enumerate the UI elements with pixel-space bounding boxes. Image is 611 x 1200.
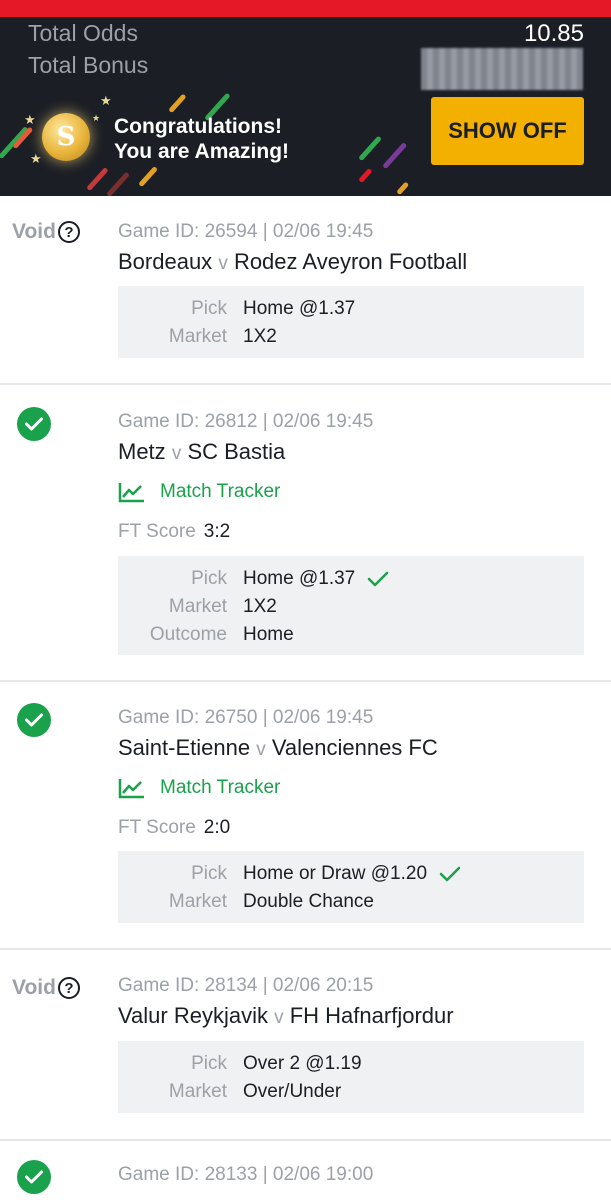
home-team: Metz: [118, 439, 166, 464]
pick-label: Pick: [191, 863, 227, 884]
chart-line-icon: [118, 779, 144, 799]
ft-score-value: 3:2: [203, 521, 231, 542]
won-check-icon: [17, 1160, 51, 1194]
congratulations-message: Congratulations! You are Amazing!: [114, 114, 289, 164]
match-tracker-label: Match Tracker: [160, 481, 281, 502]
bet-item: Game ID: 28133 | 02/06 19:00: [0, 1141, 611, 1200]
pick-value: Home or Draw @1.20: [243, 863, 428, 884]
market-value: Over/Under: [243, 1081, 342, 1102]
won-check-icon: [17, 407, 51, 441]
away-team: Rodez Aveyron Football: [233, 249, 468, 274]
market-value: 1X2: [243, 596, 277, 617]
chart-line-icon: [118, 483, 144, 503]
confetti-streak: [396, 181, 410, 196]
match-teams: Bordeaux v Rodez Aveyron Football: [118, 249, 467, 275]
ft-score: FT Score 2:0: [118, 817, 230, 839]
confetti-streak: [382, 142, 408, 170]
market-label: Market: [168, 596, 227, 617]
versus-label: v: [218, 253, 228, 274]
bet-details-box: Pick Home @1.37 Market 1X2: [118, 286, 584, 358]
outcome-value: Home: [243, 624, 294, 645]
home-team: Valur Reykjavik: [118, 1003, 268, 1028]
home-team: Bordeaux: [118, 249, 213, 274]
confetti-streak: [138, 165, 158, 188]
bet-details-box: Pick Home or Draw @1.20 Market Double Chan…: [118, 851, 584, 923]
confetti-streak: [358, 167, 373, 184]
void-label: Void: [12, 976, 56, 999]
game-id-date: Game ID: 28133 | 02/06 19:00: [118, 1164, 374, 1185]
home-team: Saint-Etienne: [118, 735, 251, 760]
void-label: Void: [12, 220, 56, 243]
market-label: Market: [168, 1081, 227, 1102]
help-icon[interactable]: ?: [57, 977, 80, 999]
total-bonus-label: Total Bonus: [28, 52, 149, 78]
pick-value: Home @1.37: [243, 298, 356, 319]
total-odds-label: Total Odds: [28, 20, 138, 46]
match-teams: Metz v SC Bastia: [118, 439, 285, 465]
show-off-button[interactable]: SHOW OFF: [431, 97, 584, 165]
sparkle-icon: ★: [100, 93, 112, 108]
pick-label: Pick: [191, 298, 227, 319]
game-id-date: Game ID: 26594 | 02/06 19:45: [118, 221, 374, 242]
bet-details-box: Pick Home @1.37 Market 1X2 Outcome Home: [118, 556, 584, 655]
market-value: Double Chance: [243, 891, 374, 912]
confetti-streak: [106, 171, 130, 196]
game-id-date: Game ID: 28134 | 02/06 20:15: [118, 975, 374, 996]
coin-icon: S: [42, 113, 90, 161]
pick-won-check-icon: [439, 866, 461, 882]
top-status-bar: [0, 0, 611, 17]
pick-won-check-icon: [367, 571, 389, 587]
pick-label: Pick: [191, 568, 227, 589]
bet-summary-banner: Total Odds 10.85 Total Bonus ★ ★ ★ ★ S C…: [0, 17, 611, 196]
void-status: Void ?: [12, 220, 80, 244]
bet-item: Game ID: 26812 | 02/06 19:45 Metz v SC B…: [0, 385, 611, 682]
game-id-date: Game ID: 26812 | 02/06 19:45: [118, 411, 374, 432]
sparkle-icon: ★: [24, 112, 36, 127]
confetti-streak: [86, 167, 109, 192]
bet-item: Void ? Game ID: 26594 | 02/06 19:45 Bord…: [0, 196, 611, 385]
congrats-line-2: You are Amazing!: [114, 140, 290, 163]
market-value: 1X2: [243, 326, 277, 347]
away-team: Valenciennes FC: [271, 735, 438, 760]
market-label: Market: [168, 326, 227, 347]
pick-value: Home @1.37: [243, 568, 356, 589]
match-teams: Valur Reykjavik v FH Hafnarfjordur: [118, 1003, 454, 1029]
away-team: SC Bastia: [187, 439, 286, 464]
bet-item: Game ID: 26750 | 02/06 19:45 Saint-Etien…: [0, 682, 611, 950]
game-id-date: Game ID: 26750 | 02/06 19:45: [118, 707, 374, 728]
outcome-label: Outcome: [149, 624, 227, 645]
match-tracker-link[interactable]: Match Tracker: [118, 777, 280, 799]
bet-details-box: Pick Over 2 @1.19 Market Over/Under: [118, 1041, 584, 1113]
congrats-line-1: Congratulations!: [114, 115, 282, 138]
pick-label: Pick: [191, 1053, 227, 1074]
market-label: Market: [168, 891, 227, 912]
versus-label: v: [274, 1007, 284, 1028]
pick-value: Over 2 @1.19: [243, 1053, 362, 1074]
sparkle-icon: ★: [30, 151, 42, 166]
pick-value-wrap: Home @1.37: [243, 565, 389, 593]
versus-label: v: [171, 443, 182, 464]
match-tracker-link[interactable]: Match Tracker: [118, 481, 280, 503]
ft-score-value: 2:0: [203, 817, 231, 838]
versus-label: v: [256, 739, 266, 760]
total-odds-value: 10.85: [523, 20, 584, 47]
match-teams: Saint-Etienne v Valenciennes FC: [118, 735, 438, 761]
ft-score: FT Score 3:2: [118, 521, 230, 543]
won-check-icon: [17, 703, 51, 737]
total-bonus-value-redacted: [421, 48, 583, 90]
bet-item: Void ? Game ID: 28134 | 02/06 20:15 Valu…: [0, 950, 611, 1141]
ft-score-label: FT Score: [118, 521, 196, 542]
match-tracker-label: Match Tracker: [160, 777, 281, 798]
void-status: Void ?: [12, 976, 80, 1000]
away-team: FH Hafnarfjordur: [289, 1003, 454, 1028]
ft-score-label: FT Score: [118, 817, 196, 838]
help-icon[interactable]: ?: [57, 221, 80, 243]
sparkle-icon: ★: [92, 113, 101, 123]
confetti-streak: [358, 135, 382, 162]
pick-value-wrap: Home or Draw @1.20: [243, 860, 461, 888]
confetti-streak: [168, 93, 187, 114]
